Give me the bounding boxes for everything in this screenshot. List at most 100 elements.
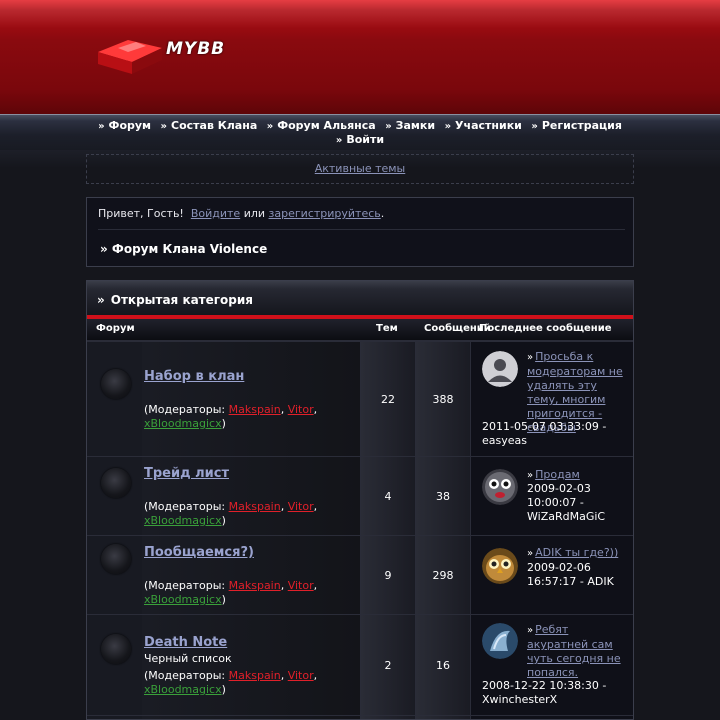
nav-members[interactable]: » Участники	[445, 119, 522, 134]
logo-text: MYBB	[166, 39, 226, 59]
forum-status-icon	[101, 369, 131, 399]
nav-alliance-forum[interactable]: » Форум Альянса	[267, 119, 376, 134]
avatar[interactable]	[482, 548, 518, 584]
moderator-link[interactable]: Vitor	[288, 669, 314, 682]
row-last-cell: » Просьба к модераторам не удалять эту те…	[470, 342, 633, 456]
row-icon-cell	[87, 716, 142, 719]
forum-title-link[interactable]: Трейд лист	[144, 466, 229, 481]
dot-text: .	[380, 207, 385, 220]
moderator-link[interactable]: Vitor	[288, 500, 314, 513]
last-post-meta: 2009-02-03 10:00:07 - WiZaRdMaGiC	[527, 482, 606, 523]
nav-forum-label: Форум	[108, 119, 152, 132]
header-shine	[0, 0, 720, 28]
posts-count: 388	[432, 393, 454, 406]
forum-status-icon	[101, 634, 131, 664]
double-chevron-icon: »	[527, 548, 534, 559]
moderators-line: (Модераторы: Makspain, Vitor, xBloodmagi…	[144, 403, 318, 430]
moderators-line: (Модераторы: Makspain, Vitor, xBloodmagi…	[144, 669, 318, 696]
nav-forum[interactable]: » Форум	[98, 119, 151, 134]
nav-alliance-forum-label: Форум Альянса	[277, 119, 376, 132]
column-header-row: Форум Тем Сообщений Последнее сообщение	[87, 319, 633, 341]
nav-castles-label: Замки	[395, 119, 436, 132]
moderator-link[interactable]: Makspain	[229, 579, 281, 592]
row-icon-cell	[87, 457, 142, 535]
avatar[interactable]	[482, 351, 518, 387]
row-topics-cell: 2	[360, 615, 415, 715]
posts-count: 38	[436, 490, 450, 503]
nav-clan-members[interactable]: » Состав Клана	[161, 119, 258, 134]
site-header: MYBB	[0, 0, 720, 114]
mods-prefix: (Модераторы:	[144, 500, 229, 513]
welcome-line: Привет, Гость! Войдите или зарегистрируй…	[98, 207, 384, 220]
nav-members-label: Участники	[455, 119, 522, 132]
row-last-cell	[470, 716, 633, 719]
breadcrumb[interactable]: » Форум Клана Violence	[100, 242, 267, 256]
forum-title-link[interactable]: Набор в клан	[144, 369, 244, 384]
avatar[interactable]	[482, 623, 518, 659]
table-row-partial	[87, 715, 633, 719]
last-post-link[interactable]: ADIK ты где?))	[535, 546, 618, 559]
moderators-line: (Модераторы: Makspain, Vitor, xBloodmagi…	[144, 579, 318, 606]
forum-title-link[interactable]: Пообщаемся?)	[144, 545, 254, 560]
row-info-cell	[142, 716, 360, 719]
last-post-link[interactable]: Продам	[535, 468, 580, 481]
nav-login-label: Войти	[346, 133, 385, 146]
row-posts-cell	[415, 716, 470, 719]
moderator-link[interactable]: xBloodmagicx	[144, 514, 222, 527]
forum-status-icon	[101, 468, 131, 498]
double-chevron-icon: »	[335, 135, 343, 146]
category-title[interactable]: » Открытая категория	[97, 293, 253, 307]
login-link[interactable]: Войдите	[191, 207, 240, 220]
moderator-link[interactable]: Makspain	[229, 669, 281, 682]
moderator-link[interactable]: Vitor	[288, 579, 314, 592]
mods-prefix: (Модераторы:	[144, 579, 229, 592]
row-topics-cell: 22	[360, 342, 415, 456]
last-post-meta: 2011-05-07 03:33:09 - easyeas	[482, 420, 607, 447]
moderator-link[interactable]: Vitor	[288, 403, 314, 416]
nav-register[interactable]: » Регистрация	[531, 119, 622, 134]
table-row: Death Note Черный список (Модераторы: Ma…	[87, 614, 633, 715]
or-text: или	[243, 207, 266, 220]
logo-mark-icon	[98, 40, 162, 74]
double-chevron-icon: »	[385, 121, 392, 132]
nav-register-label: Регистрация	[541, 119, 622, 132]
avatar[interactable]	[482, 469, 518, 505]
forum-title-link[interactable]: Death Note	[144, 635, 227, 650]
row-info-cell: Пообщаемся?) (Модераторы: Makspain, Vito…	[142, 536, 360, 614]
row-posts-cell: 388	[415, 342, 470, 456]
mods-prefix: (Модераторы:	[144, 669, 229, 682]
row-last-cell: » Ребят акуратней сам чуть сегодня не поп…	[470, 615, 633, 715]
last-post-title-wrap: » Ребят акуратней сам чуть сегодня не поп…	[527, 623, 631, 680]
moderator-link[interactable]: xBloodmagicx	[144, 593, 222, 606]
double-chevron-icon: »	[527, 625, 534, 636]
double-chevron-icon: »	[97, 293, 105, 307]
row-last-cell: » ADIK ты где?)) 2009-02-06 16:57:17 - AD…	[470, 536, 633, 614]
main-nav: » Форум » Состав Клана » Форум Альянса » Зам…	[0, 114, 720, 150]
row-info-cell: Death Note Черный список (Модераторы: Ma…	[142, 615, 360, 715]
posts-count: 16	[436, 659, 450, 672]
site-logo[interactable]: MYBB	[96, 34, 256, 78]
col-forum: Форум	[96, 323, 135, 334]
row-posts-cell: 16	[415, 615, 470, 715]
row-topics-cell: 9	[360, 536, 415, 614]
moderator-link[interactable]: Makspain	[229, 500, 281, 513]
active-topics-link[interactable]: Активные темы	[315, 162, 406, 175]
double-chevron-icon: »	[160, 121, 168, 132]
nav-castles[interactable]: » Замки	[385, 119, 435, 134]
topics-count: 4	[384, 490, 392, 503]
table-row: Трейд лист (Модераторы: Makspain, Vitor,…	[87, 456, 633, 535]
last-post-link[interactable]: Ребят акуратней сам чуть сегодня не попа…	[527, 623, 621, 679]
nav-row-1: » Форум » Состав Клана » Форум Альянса » Зам…	[0, 119, 720, 133]
moderator-link[interactable]: xBloodmagicx	[144, 683, 222, 696]
row-info-cell: Трейд лист (Модераторы: Makspain, Vitor,…	[142, 457, 360, 535]
active-topics-box: Активные темы	[86, 154, 634, 184]
double-chevron-icon: »	[531, 121, 538, 132]
row-icon-cell	[87, 615, 142, 715]
register-link[interactable]: зарегистрируйтесь	[269, 207, 381, 220]
moderator-link[interactable]: xBloodmagicx	[144, 417, 222, 430]
table-row: Пообщаемся?) (Модераторы: Makspain, Vito…	[87, 535, 633, 614]
posts-count: 298	[432, 569, 454, 582]
last-post-meta: 2009-02-06 16:57:17 - ADIK	[527, 561, 614, 588]
nav-login[interactable]: » Войти	[336, 133, 384, 148]
moderator-link[interactable]: Makspain	[229, 403, 281, 416]
